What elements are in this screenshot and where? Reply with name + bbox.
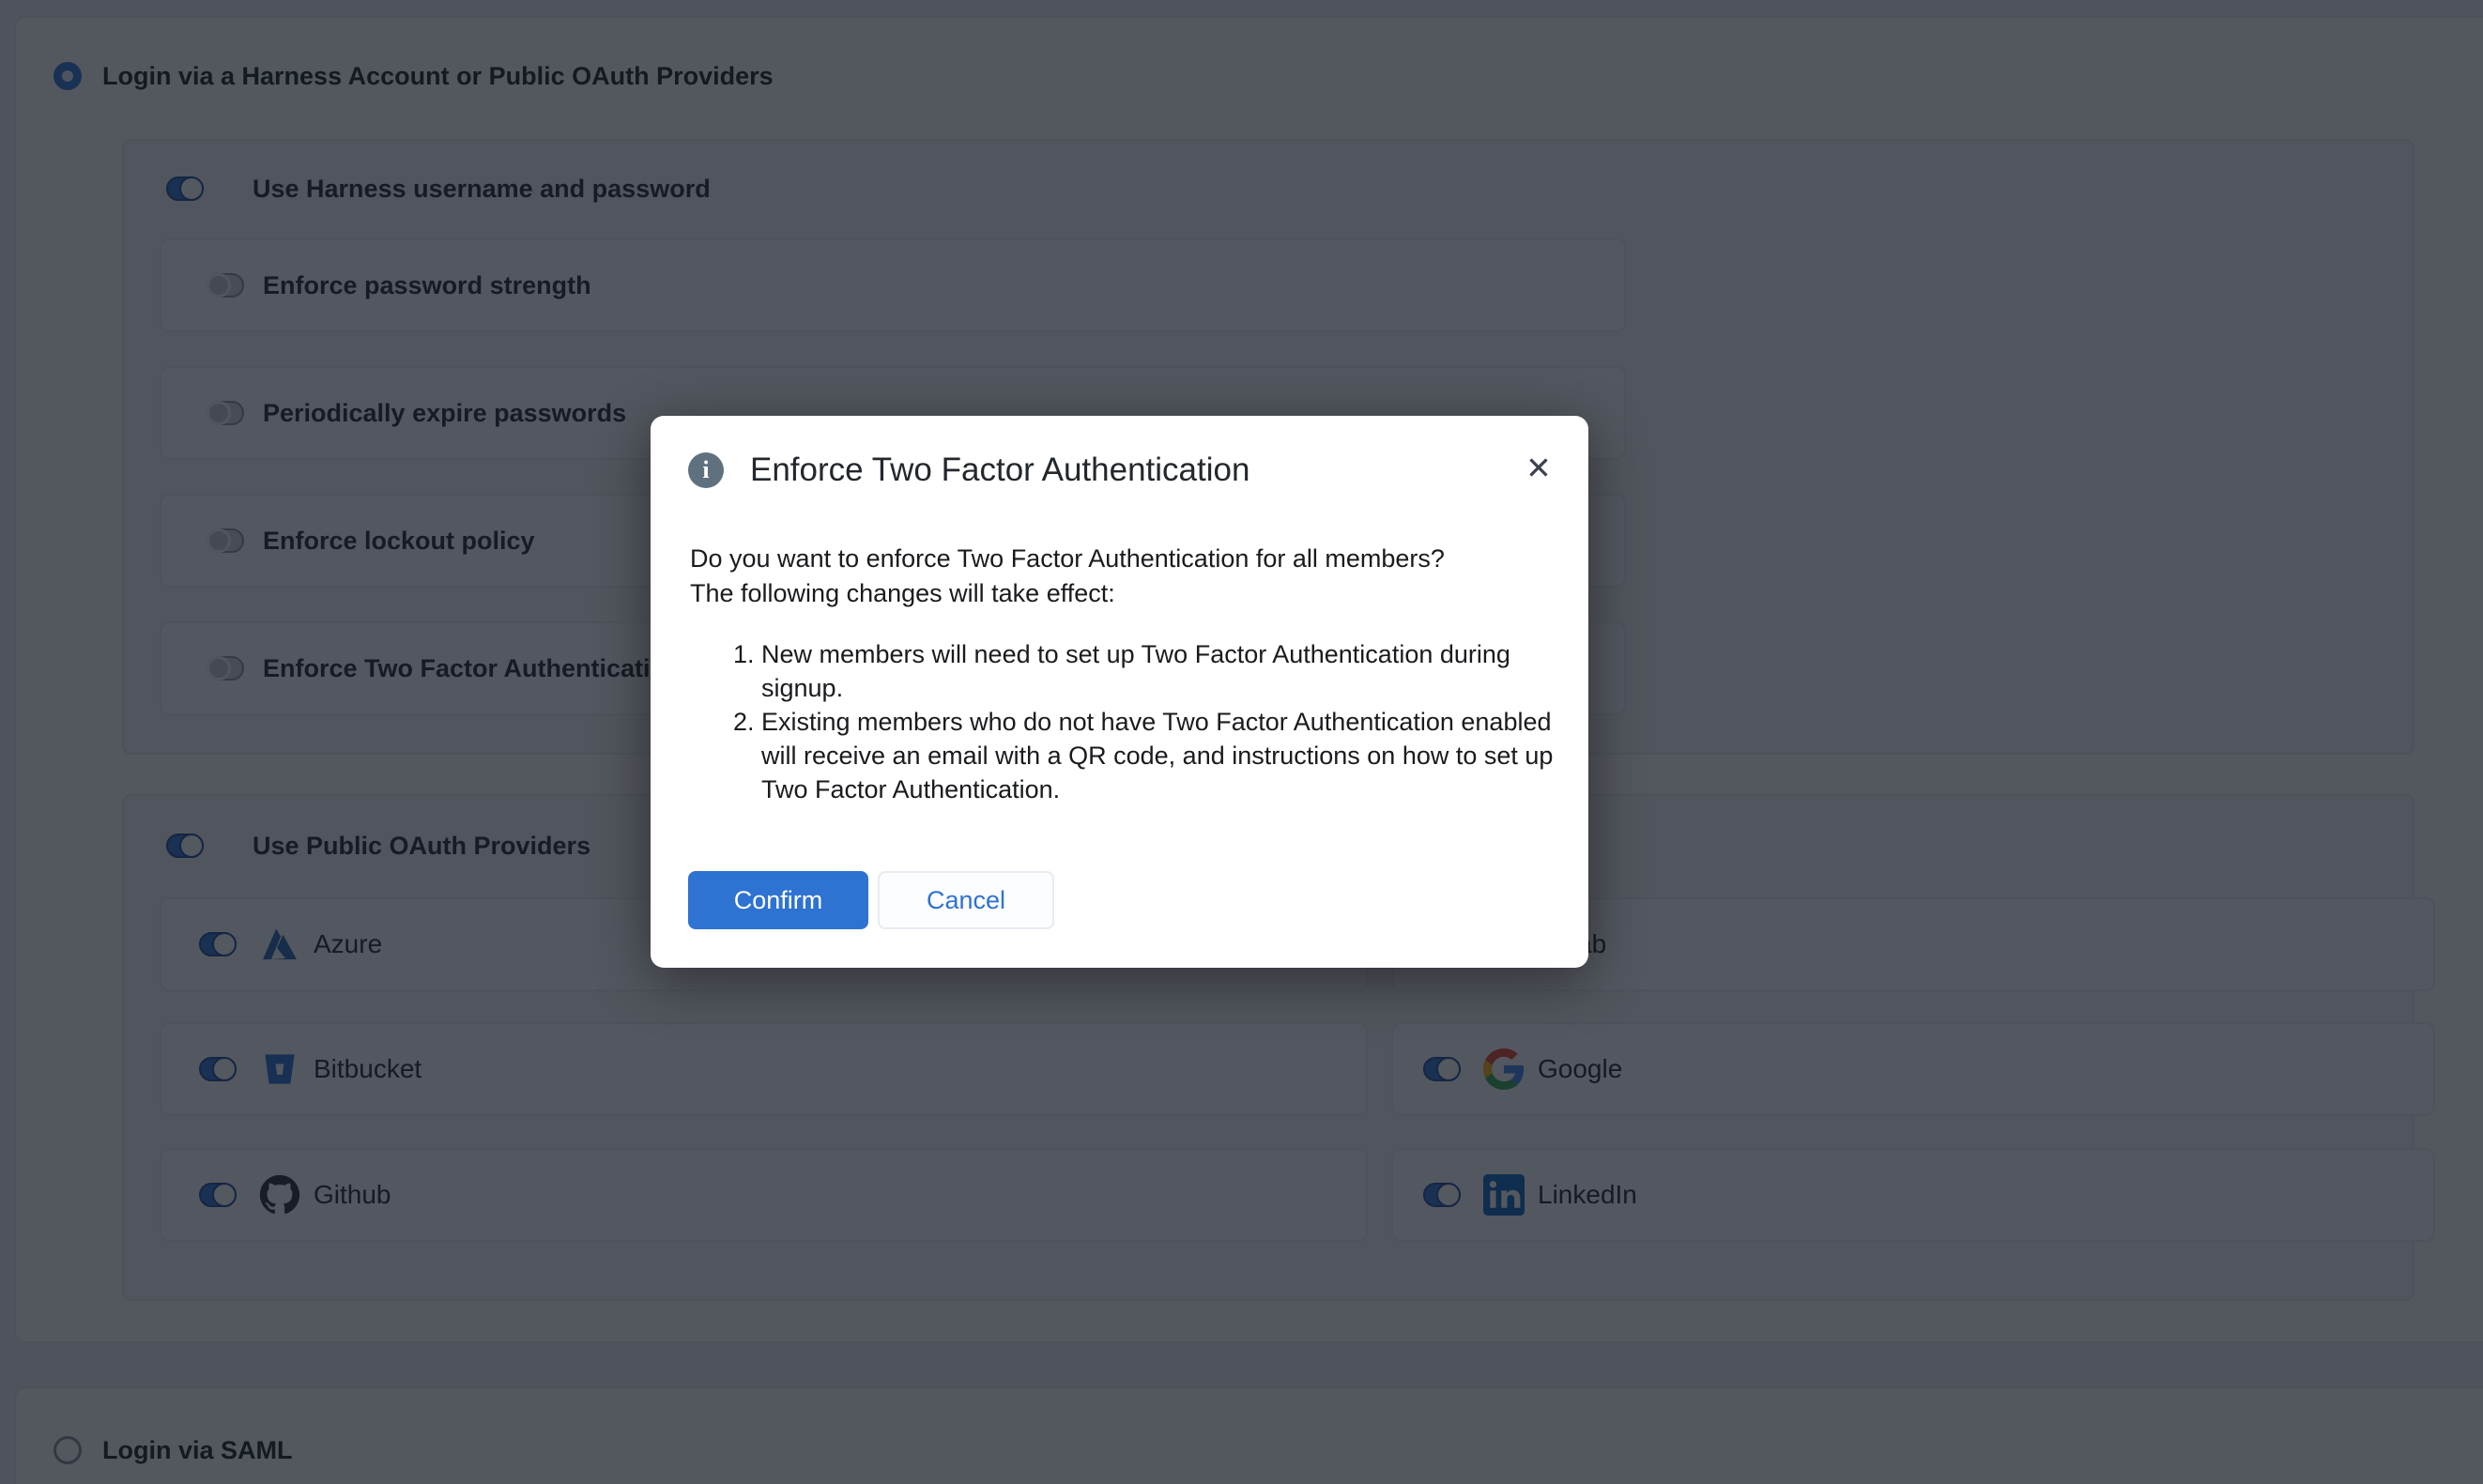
authentication-settings-page: Login via a Harness Account or Public OA… xyxy=(0,0,2483,1484)
dialog-intro-line1: Do you want to enforce Two Factor Authen… xyxy=(690,542,1445,576)
enforce-two-factor-dialog: i Enforce Two Factor Authentication ✕ Do… xyxy=(651,416,1588,968)
dialog-intro-text: Do you want to enforce Two Factor Authen… xyxy=(690,542,1445,611)
dialog-header: i Enforce Two Factor Authentication xyxy=(688,451,1249,489)
dialog-intro-line2: The following changes will take effect: xyxy=(690,576,1445,611)
confirm-button[interactable]: Confirm xyxy=(688,871,868,929)
list-item: New members will need to set up Two Fact… xyxy=(761,637,1564,705)
dialog-title: Enforce Two Factor Authentication xyxy=(750,451,1249,489)
dialog-buttons: Confirm Cancel xyxy=(688,871,1054,929)
list-item: Existing members who do not have Two Fac… xyxy=(761,705,1564,806)
cancel-button[interactable]: Cancel xyxy=(878,871,1054,929)
info-icon: i xyxy=(688,452,724,488)
dialog-change-list: New members will need to set up Two Fact… xyxy=(690,637,1564,806)
close-icon[interactable]: ✕ xyxy=(1517,446,1560,489)
